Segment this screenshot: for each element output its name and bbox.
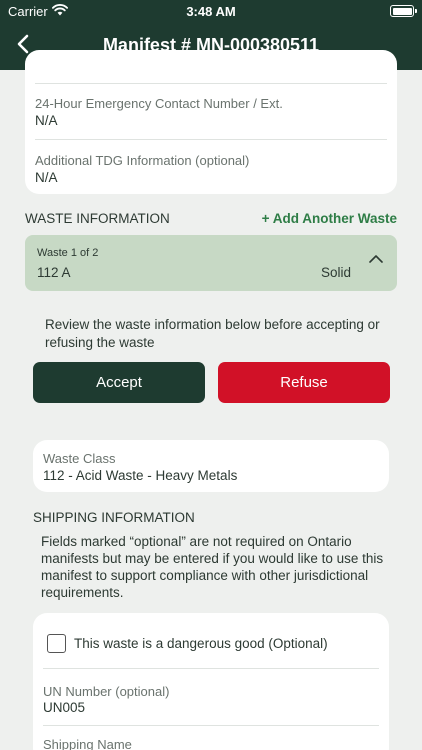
waste-count: Waste 1 of 2 [37,247,99,259]
battery-icon [390,5,417,17]
refuse-button[interactable]: Refuse [218,362,390,403]
un-number-value[interactable]: UN005 [43,700,85,715]
shipping-note: Fields marked “optional” are not require… [41,534,384,600]
card-divider [43,668,379,669]
review-message: Review the waste information below befor… [45,317,380,350]
waste-code: 112 A [37,265,71,280]
waste-type: Solid [321,265,352,280]
waste-class-label: Waste Class [43,451,116,466]
tdg-info-label: Additional TDG Information (optional) [35,153,250,168]
tdg-info-value: N/A [35,170,58,185]
add-waste-button[interactable]: + Add Another Waste [262,211,397,226]
shipping-section-title: SHIPPING INFORMATION [33,510,195,525]
contact-info-card: 24-Hour Emergency Contact Number / Ext. … [25,50,397,194]
accept-button[interactable]: Accept [33,362,205,403]
waste-class-value: 112 - Acid Waste - Heavy Metals [43,468,238,483]
waste-class-card: Waste Class 112 - Acid Waste - Heavy Met… [33,440,389,492]
waste-item-header[interactable]: Waste 1 of 2 112 A Solid [25,235,397,291]
dangerous-good-checkbox[interactable] [47,634,66,653]
emergency-contact-label: 24-Hour Emergency Contact Number / Ext. [35,96,283,111]
emergency-contact-value: N/A [35,113,58,128]
shipping-name-label: Shipping Name [43,737,132,750]
waste-section-title: WASTE INFORMATION [25,211,170,226]
card-divider [43,725,379,726]
chevron-up-icon[interactable] [368,253,384,265]
shipping-card: UN Number (optional) UN005 Shipping Name [33,613,389,750]
clock: 3:48 AM [186,4,236,19]
dangerous-good-label[interactable]: This waste is a dangerous good (Optional… [74,636,328,651]
un-number-label: UN Number (optional) [43,684,170,699]
card-divider [35,139,387,140]
status-bar: Carrier 3:48 AM [0,0,422,22]
card-divider [35,83,387,84]
